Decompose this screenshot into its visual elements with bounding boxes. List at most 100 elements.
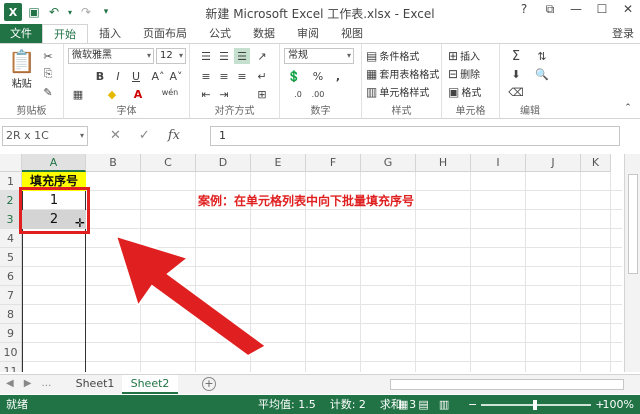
select-all-button[interactable] [0, 154, 22, 172]
add-sheet-button[interactable]: + [202, 377, 216, 391]
decrease-indent-icon[interactable]: ⇤ [198, 86, 214, 102]
column-header-c[interactable]: C [141, 154, 196, 172]
align-bottom-icon[interactable]: ☰ [234, 48, 250, 64]
align-right-icon[interactable]: ≡ [234, 68, 250, 84]
align-top-icon[interactable]: ☰ [198, 48, 214, 64]
tab-file[interactable]: 文件 [0, 24, 42, 44]
grow-font-button[interactable]: A˄ [150, 68, 166, 84]
increase-indent-icon[interactable]: ⇥ [216, 86, 232, 102]
row-header-6[interactable]: 6 [0, 267, 22, 286]
column-header-f[interactable]: F [306, 154, 361, 172]
row-header-5[interactable]: 5 [0, 248, 22, 267]
tab-page-layout[interactable]: 页面布局 [132, 24, 198, 44]
page-layout-view-icon[interactable]: ▤ [418, 395, 428, 414]
enter-icon[interactable]: ✓ [139, 128, 150, 143]
autosum-icon[interactable]: Σ [508, 48, 524, 64]
sheet-tab-sheet1[interactable]: Sheet1 [70, 375, 120, 394]
wrap-text-icon[interactable]: ↵ [254, 68, 270, 84]
worksheet-grid[interactable]: ABCDEFGHIJK 1 2 3 4 5 6 7 8 9 10 11 填充序号 1 2 ✛ 案例：… [0, 154, 640, 372]
underline-button[interactable]: U [128, 68, 144, 84]
row-header-7[interactable]: 7 [0, 286, 22, 305]
tab-home[interactable]: 开始 [42, 24, 88, 44]
row-header-11[interactable]: 11 [0, 362, 22, 372]
next-sheet-icon[interactable]: ▶ [24, 378, 32, 389]
collapse-ribbon-icon[interactable]: ⌃ [620, 100, 636, 116]
shrink-font-button[interactable]: A˅ [168, 68, 184, 84]
percent-button[interactable]: % [310, 68, 326, 84]
column-header-a[interactable]: A [22, 154, 86, 172]
phonetic-button[interactable]: wén [160, 84, 180, 100]
font-color-icon[interactable]: A [130, 86, 146, 102]
minimize-button[interactable]: — [568, 2, 584, 17]
help-button[interactable]: ? [516, 2, 532, 17]
align-center-icon[interactable]: ≡ [216, 68, 232, 84]
merge-center-icon[interactable]: ⊞ [254, 86, 270, 102]
horizontal-scrollbar[interactable] [390, 379, 624, 390]
font-size-select[interactable]: 12 ▾ [156, 48, 186, 64]
tab-review[interactable]: 审阅 [286, 24, 330, 44]
zoom-out-button[interactable]: − [468, 395, 477, 414]
vertical-scrollbar[interactable] [624, 154, 640, 372]
sheet-tab-sheet2[interactable]: Sheet2 [122, 375, 178, 394]
column-header-d[interactable]: D [196, 154, 251, 172]
insert-function-icon[interactable]: fx [168, 128, 180, 143]
prev-sheet-icon[interactable]: ◀ [6, 378, 14, 389]
normal-view-icon[interactable]: ▦ [398, 395, 408, 414]
row-header-9[interactable]: 9 [0, 324, 22, 343]
row-header-8[interactable]: 8 [0, 305, 22, 324]
format-as-table-button[interactable]: ▦ 套用表格格式 [366, 66, 439, 82]
column-header-h[interactable]: H [416, 154, 471, 172]
format-cells-button[interactable]: ▣ 格式 [448, 84, 481, 100]
ribbon-display-button[interactable]: ⧉ [542, 2, 558, 17]
orientation-icon[interactable]: ↗ [254, 48, 270, 64]
close-button[interactable]: ✕ [620, 2, 636, 17]
font-name-select[interactable]: 微软雅黑 ▾ [68, 48, 154, 64]
tab-insert[interactable]: 插入 [88, 24, 132, 44]
undo-icon[interactable]: ↶ [46, 4, 62, 20]
vertical-scroll-thumb[interactable] [628, 174, 638, 274]
redo-icon[interactable]: ↷ [78, 4, 94, 20]
row-header-10[interactable]: 10 [0, 343, 22, 362]
sort-filter-icon[interactable]: ⇅ [534, 48, 550, 64]
fill-icon[interactable]: ⬇ [508, 66, 524, 82]
zoom-slider[interactable] [481, 399, 592, 410]
more-sheets-icon[interactable]: … [41, 378, 51, 389]
clear-icon[interactable]: ⌫ [508, 84, 524, 100]
column-header-b[interactable]: B [86, 154, 141, 172]
delete-cells-button[interactable]: ⊟ 删除 [448, 66, 480, 82]
align-left-icon[interactable]: ≡ [198, 68, 214, 84]
column-header-k[interactable]: K [581, 154, 611, 172]
number-format-select[interactable]: 常规 ▾ [284, 48, 354, 64]
align-middle-icon[interactable]: ☰ [216, 48, 232, 64]
decrease-decimal-icon[interactable]: .00 [310, 86, 326, 102]
name-box[interactable]: 2R x 1C ▾ [2, 126, 88, 146]
zoom-slider-knob[interactable] [533, 399, 538, 410]
undo-dropdown-icon[interactable]: ▾ [66, 4, 74, 20]
login-link[interactable]: 登录 [612, 24, 634, 44]
cancel-icon[interactable]: ✕ [110, 128, 121, 143]
comma-button[interactable]: , [330, 68, 346, 84]
paste-button[interactable]: 📋 粘贴 [8, 50, 35, 90]
bold-button[interactable]: B [92, 68, 108, 84]
cut-icon[interactable]: ✂ [40, 48, 56, 64]
column-header-j[interactable]: J [526, 154, 581, 172]
insert-cells-button[interactable]: ⊞ 插入 [448, 48, 480, 64]
customize-qat-icon[interactable]: ▾ [98, 4, 114, 20]
cell-styles-button[interactable]: ▥ 单元格样式 [366, 84, 429, 100]
column-header-i[interactable]: I [471, 154, 526, 172]
tab-data[interactable]: 数据 [242, 24, 286, 44]
tab-formulas[interactable]: 公式 [198, 24, 242, 44]
maximize-button[interactable]: ☐ [594, 2, 610, 17]
conditional-format-button[interactable]: ▤ 条件格式 [366, 48, 419, 64]
italic-button[interactable]: I [110, 68, 126, 84]
find-select-icon[interactable]: 🔍 [534, 66, 550, 82]
currency-icon[interactable]: 💲 [286, 68, 302, 84]
increase-decimal-icon[interactable]: .0 [290, 86, 306, 102]
column-header-g[interactable]: G [361, 154, 416, 172]
fill-color-icon[interactable]: ◆ [104, 86, 120, 102]
save-icon[interactable]: ▣ [26, 4, 42, 20]
format-painter-icon[interactable]: ✎ [40, 84, 56, 100]
borders-icon[interactable]: ▦ [70, 86, 86, 102]
copy-icon[interactable]: ⎘ [40, 66, 56, 82]
page-break-view-icon[interactable]: ▥ [439, 395, 449, 414]
